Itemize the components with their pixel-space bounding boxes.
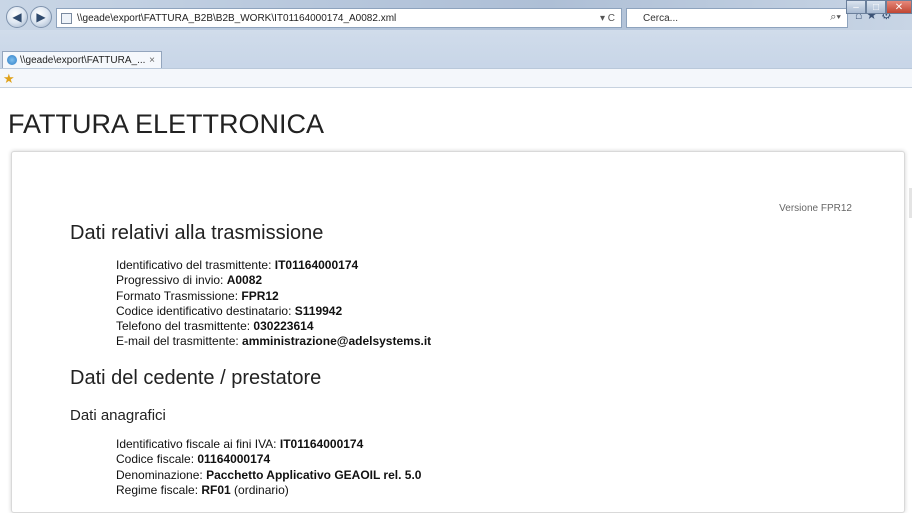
version-label: Versione FPR12: [779, 203, 852, 214]
section-heading-trasmissione: Dati relativi alla trasmissione: [70, 222, 324, 244]
favorites-bar: ★: [0, 68, 912, 88]
browser-chrome: ◀ ▶ \\geade\export\FATTURA_B2B\B2B_WORK\…: [0, 0, 912, 88]
field-row: Formato Trasmissione: FPR12: [116, 288, 279, 303]
field-row: Denominazione: Pacchetto Applicativo GEA…: [116, 467, 422, 482]
maximize-icon[interactable]: □: [866, 0, 886, 14]
document-panel: Versione FPR12 Dati relativi alla trasmi…: [11, 151, 905, 513]
tab-close-icon[interactable]: ×: [149, 55, 161, 66]
close-icon[interactable]: ✕: [886, 0, 912, 14]
address-bar[interactable]: \\geade\export\FATTURA_B2B\B2B_WORK\IT01…: [56, 8, 622, 28]
section-heading-cedente: Dati del cedente / prestatore: [70, 367, 322, 389]
tab-label: \\geade\export\FATTURA_...: [20, 54, 146, 66]
tab-document[interactable]: \\geade\export\FATTURA_... ×: [2, 51, 162, 68]
field-row: Regime fiscale: RF01 (ordinario): [116, 482, 289, 497]
refresh-icon[interactable]: ▾ C: [575, 13, 621, 24]
search-icon[interactable]: ⌕▾: [830, 11, 841, 24]
back-icon[interactable]: ◀: [6, 6, 28, 28]
page-title: FATTURA ELETTRONICA: [8, 109, 325, 139]
field-row: Progressivo di invio: A0082: [116, 273, 263, 288]
anagrafici-fields: Identificativo fiscale ai fini IVA: IT01…: [116, 437, 421, 498]
field-row: E-mail del trasmittente: amministrazione…: [116, 334, 432, 349]
subsection-heading-anagrafici: Dati anagrafici: [70, 407, 166, 424]
field-row: Identificativo del trasmittente: IT01164…: [116, 258, 359, 272]
field-row: Telefono del trasmittente: 030223614: [116, 319, 314, 334]
trasmissione-fields: Identificativo del trasmittente: IT01164…: [116, 258, 431, 350]
ie-tab-icon: [7, 55, 17, 65]
page-icon: [61, 12, 72, 24]
window-controls: ‒ □ ✕: [846, 0, 912, 14]
field-row: Codice identificativo destinatario: S119…: [116, 303, 343, 318]
add-favorite-icon[interactable]: ★: [3, 71, 15, 87]
address-url[interactable]: \\geade\export\FATTURA_B2B\B2B_WORK\IT01…: [77, 13, 575, 24]
field-row: Codice fiscale: 01164000174: [116, 452, 271, 467]
search-input[interactable]: Cerca... ⌕▾: [626, 8, 848, 28]
forward-icon[interactable]: ▶: [30, 6, 52, 28]
search-placeholder: Cerca...: [643, 12, 679, 24]
page-content: FATTURA ELETTRONICA Versione FPR12 Dati …: [0, 88, 912, 513]
field-row: Identificativo fiscale ai fini IVA: IT01…: [116, 437, 364, 451]
minimize-icon[interactable]: ‒: [846, 0, 866, 14]
